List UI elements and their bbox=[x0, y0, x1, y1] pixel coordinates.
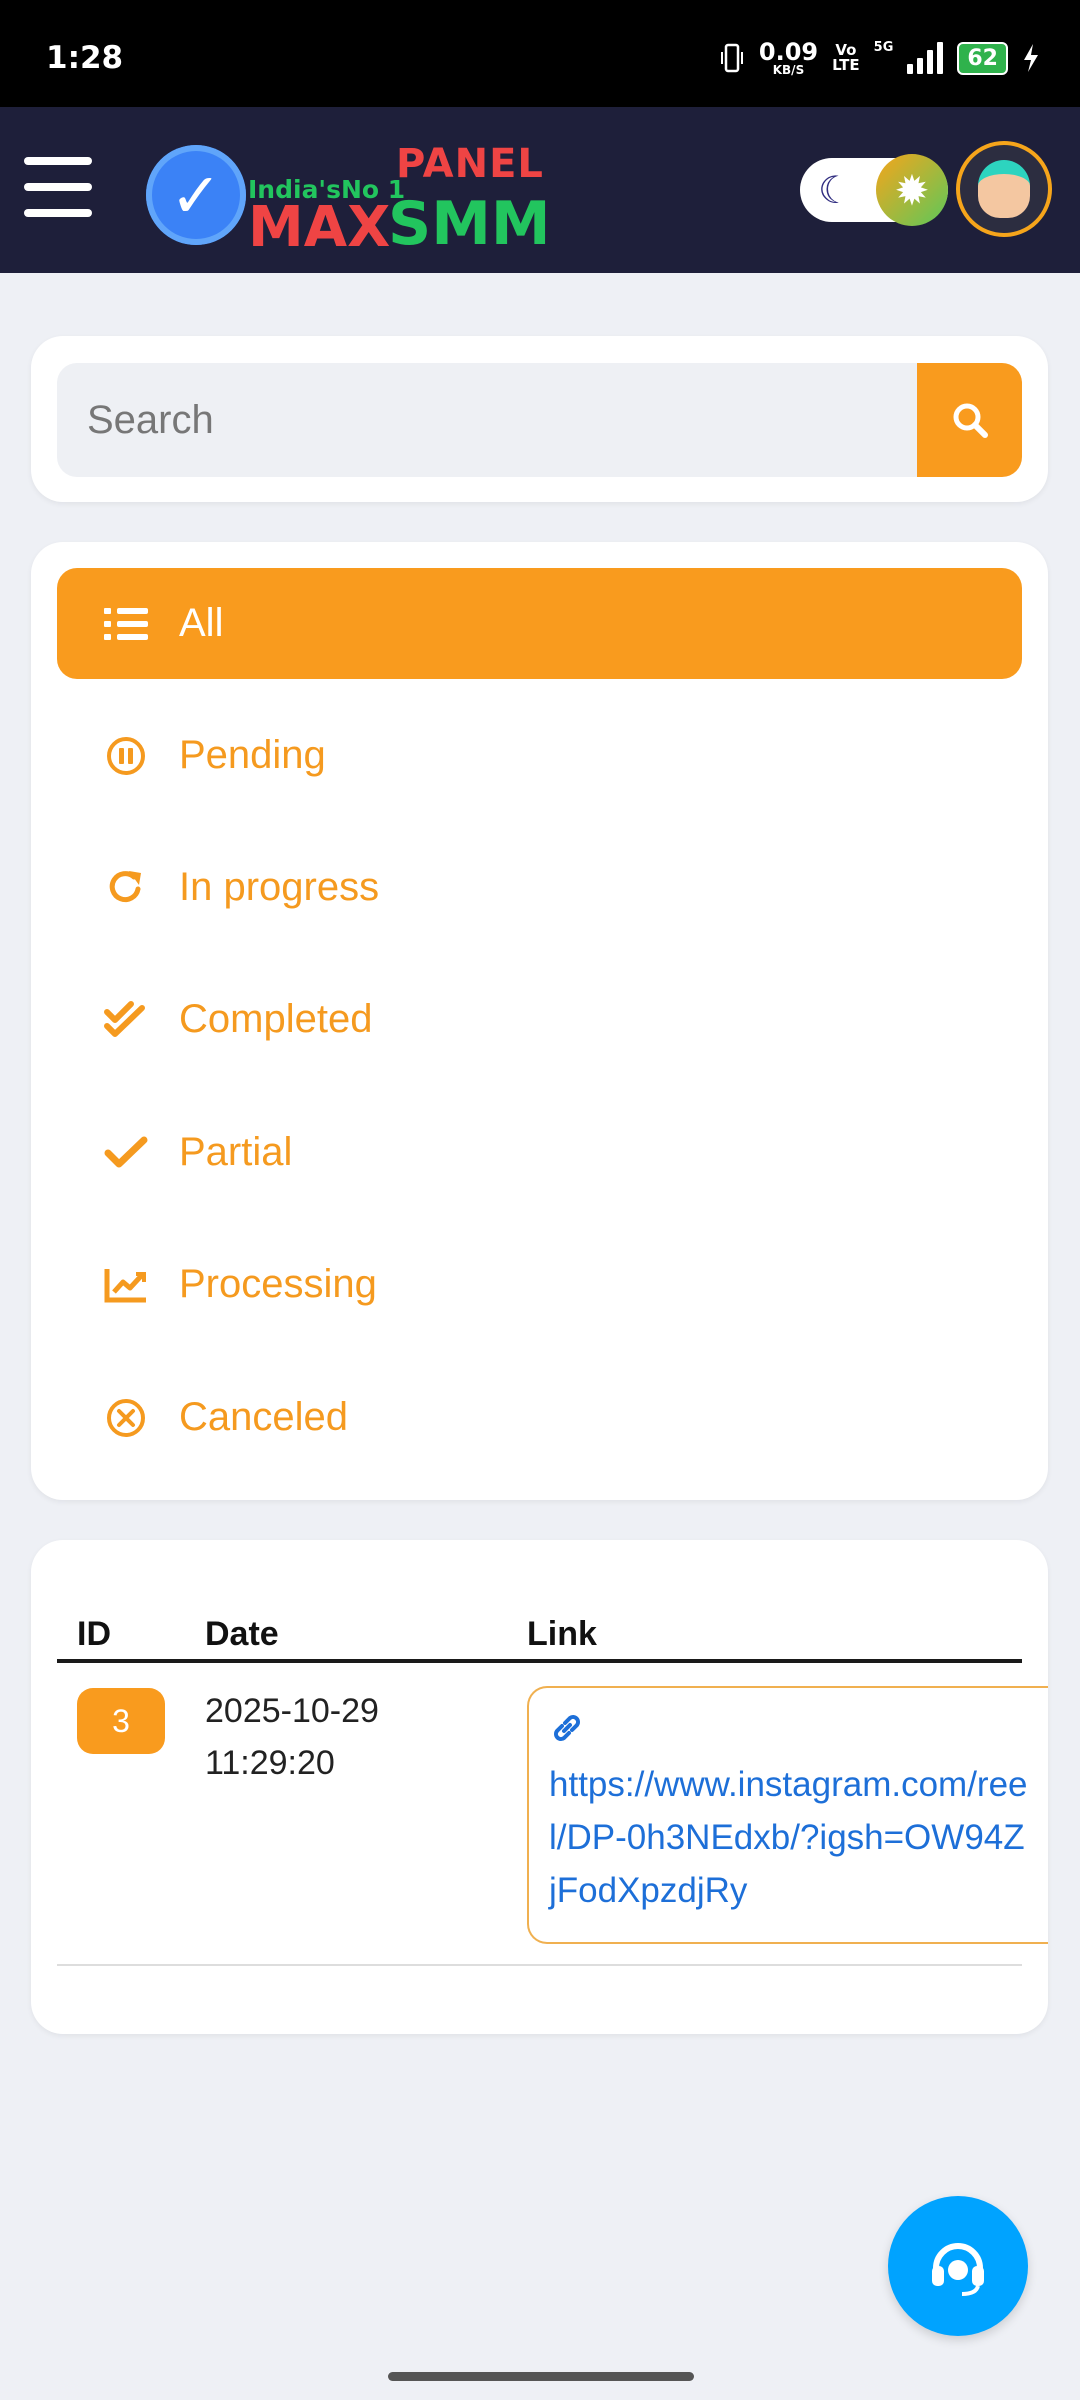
order-date: 2025-10-29 11:29:20 bbox=[205, 1692, 379, 1782]
x-circle-icon bbox=[101, 1397, 151, 1439]
row-divider bbox=[57, 1964, 1022, 1966]
filter-pending[interactable]: Pending bbox=[57, 700, 1022, 811]
theme-toggle[interactable]: ☾ ✹ bbox=[800, 154, 948, 226]
sun-icon: ✹ bbox=[876, 154, 948, 226]
filter-label: Partial bbox=[179, 1130, 293, 1174]
status-filter-card: All Pending In progress Completed Partia… bbox=[31, 542, 1048, 1500]
filter-label: Completed bbox=[179, 997, 373, 1041]
logo-smm-text: SMM bbox=[388, 189, 551, 259]
list-icon bbox=[101, 606, 151, 642]
verified-badge-icon: ✓ bbox=[146, 145, 246, 245]
filter-partial[interactable]: Partial bbox=[57, 1097, 1022, 1208]
chart-line-icon bbox=[101, 1266, 151, 1304]
avatar-face bbox=[978, 160, 1030, 218]
status-time: 1:28 bbox=[46, 40, 124, 76]
filter-in-progress[interactable]: In progress bbox=[57, 832, 1022, 943]
search-input[interactable] bbox=[57, 363, 917, 477]
column-header-link: Link bbox=[527, 1615, 597, 1653]
filter-processing[interactable]: Processing bbox=[57, 1229, 1022, 1340]
support-button[interactable] bbox=[888, 2196, 1028, 2336]
search-card bbox=[31, 336, 1048, 502]
filter-label: Processing bbox=[179, 1262, 377, 1306]
order-id-badge[interactable]: 3 bbox=[77, 1688, 165, 1754]
signal-icon bbox=[907, 42, 944, 74]
filter-label: Canceled bbox=[179, 1395, 349, 1439]
column-header-id: ID bbox=[77, 1615, 111, 1653]
filter-canceled[interactable]: Canceled bbox=[57, 1362, 1022, 1473]
logo-max-text: MAX bbox=[248, 195, 391, 260]
headset-icon bbox=[932, 2243, 984, 2296]
network-type: 5G bbox=[873, 40, 894, 55]
moon-icon: ☾ bbox=[818, 168, 853, 212]
logo-panel-text: PANEL bbox=[396, 141, 544, 187]
pause-circle-icon bbox=[101, 735, 151, 777]
charging-icon bbox=[1024, 44, 1038, 72]
order-link-box[interactable]: https://www.instagram.com/reel/DP-0h3NEd… bbox=[527, 1686, 1048, 1944]
volte-indicator: Vo LTE bbox=[832, 41, 860, 74]
menu-icon[interactable] bbox=[24, 157, 92, 217]
orders-table-card: ID Date Link 3 2025-10-29 11:29:20 https… bbox=[31, 1540, 1048, 2034]
filter-all[interactable]: All bbox=[57, 568, 1022, 679]
net-speed: 0.09 KB/S bbox=[758, 38, 819, 77]
refresh-icon bbox=[101, 867, 151, 909]
search-icon bbox=[953, 403, 988, 438]
link-icon bbox=[554, 1715, 580, 1741]
status-bar: 1:28 0.09 KB/S Vo LTE 5G 62 bbox=[0, 0, 1080, 107]
filter-label: In progress bbox=[179, 865, 380, 909]
status-icons: 0.09 KB/S Vo LTE 5G 62 bbox=[719, 40, 1040, 76]
battery-level: 62 bbox=[957, 41, 1008, 75]
vibrate-icon bbox=[720, 43, 743, 73]
check-icon bbox=[101, 1135, 151, 1171]
column-header-date: Date bbox=[205, 1615, 279, 1653]
logo[interactable]: ✓ India'sNo 1 PANEL MAX SMM bbox=[140, 135, 551, 260]
table-header-divider bbox=[57, 1659, 1022, 1663]
order-link[interactable]: https://www.instagram.com/reel/DP-0h3NEd… bbox=[549, 1758, 1028, 1917]
home-indicator[interactable] bbox=[388, 2372, 694, 2381]
filter-label: All bbox=[179, 601, 224, 645]
filter-completed[interactable]: Completed bbox=[57, 964, 1022, 1075]
filter-label: Pending bbox=[179, 733, 326, 777]
search-button[interactable] bbox=[917, 363, 1022, 477]
avatar[interactable] bbox=[956, 141, 1052, 237]
app-header: ✓ India'sNo 1 PANEL MAX SMM ☾ ✹ bbox=[0, 107, 1080, 273]
double-check-icon bbox=[101, 1000, 151, 1040]
